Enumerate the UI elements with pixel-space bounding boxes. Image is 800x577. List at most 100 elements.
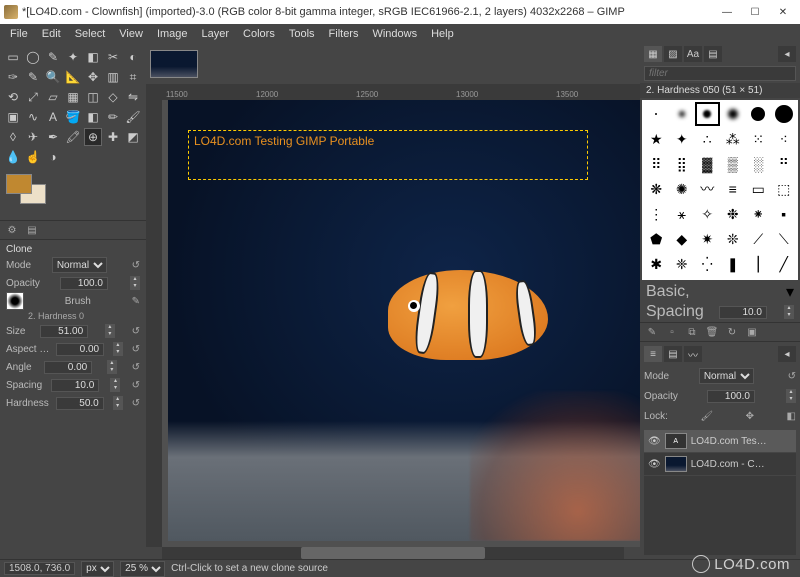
visibility-icon[interactable]: 👁: [648, 436, 661, 447]
layer-item[interactable]: 👁 LO4D.com - C…: [644, 453, 796, 476]
brush-item[interactable]: ⠿: [644, 152, 669, 176]
transform-3d-tool[interactable]: ◫: [84, 88, 102, 106]
menu-image[interactable]: Image: [151, 26, 194, 42]
gradient-tool[interactable]: ◧: [84, 108, 102, 126]
mypaint-brush-tool[interactable]: 🖍: [64, 128, 82, 146]
reset-icon[interactable]: ↺: [132, 260, 140, 271]
zoom-select[interactable]: 25 %: [120, 561, 165, 577]
perspective-clone-tool[interactable]: ◩: [124, 128, 142, 146]
brush-spacing-value[interactable]: 10.0: [719, 306, 767, 319]
dodge-burn-tool[interactable]: ◑: [44, 148, 62, 166]
size-value[interactable]: 51.00: [40, 325, 88, 338]
bucket-fill-tool[interactable]: 🪣: [64, 108, 82, 126]
brush-item[interactable]: ❈: [670, 252, 695, 276]
brush-item[interactable]: ❋: [644, 177, 669, 201]
color-picker-tool[interactable]: ✎: [24, 68, 42, 86]
layer-item[interactable]: 👁 A LO4D.com Tes…: [644, 430, 796, 453]
brush-preview-icon[interactable]: [6, 292, 24, 310]
foreground-select-tool[interactable]: ◐: [124, 48, 142, 66]
brush-item[interactable]: ★: [644, 127, 669, 151]
foreground-color[interactable]: [6, 174, 32, 194]
brush-item[interactable]: ✧: [695, 202, 720, 226]
brush-item[interactable]: ❚: [721, 252, 746, 276]
scale-tool[interactable]: ⤢: [24, 88, 42, 106]
cage-tool[interactable]: ▣: [4, 108, 22, 126]
brush-item[interactable]: ⬚: [772, 177, 797, 201]
heal-tool[interactable]: ✚: [104, 128, 122, 146]
brush-item[interactable]: ░: [746, 152, 771, 176]
opacity-value[interactable]: 100.0: [60, 277, 108, 290]
brush-item[interactable]: ∴: [695, 127, 720, 151]
brush-item[interactable]: ✺: [670, 177, 695, 201]
warp-tool[interactable]: ∿: [24, 108, 42, 126]
brush-item[interactable]: ⠛: [772, 152, 797, 176]
reset-icon[interactable]: ↺: [132, 326, 140, 337]
brush-item[interactable]: ❉: [721, 202, 746, 226]
brush-item[interactable]: ✱: [644, 252, 669, 276]
lock-alpha-icon[interactable]: ◧: [787, 411, 796, 422]
brush-item[interactable]: ⁖: [772, 127, 797, 151]
menu-windows[interactable]: Windows: [366, 26, 423, 42]
zoom-tool[interactable]: 🔍: [44, 68, 62, 86]
angle-value[interactable]: 0.00: [44, 361, 92, 374]
align-tool[interactable]: ▥: [104, 68, 122, 86]
history-tab-icon[interactable]: ▤: [704, 46, 722, 62]
handle-transform-tool[interactable]: ◇: [104, 88, 122, 106]
close-button[interactable]: ✕: [770, 3, 796, 21]
ink-tool[interactable]: ✒: [44, 128, 62, 146]
fonts-tab-icon[interactable]: Aa: [684, 46, 702, 62]
brush-item[interactable]: ⎮: [746, 252, 771, 276]
brushes-tab-icon[interactable]: ▦: [644, 46, 662, 62]
visibility-icon[interactable]: 👁: [648, 459, 661, 470]
scissors-tool[interactable]: ✂: [104, 48, 122, 66]
brush-item[interactable]: ⁛: [695, 252, 720, 276]
brush-item[interactable]: [695, 102, 720, 126]
brush-item[interactable]: [670, 102, 695, 126]
brush-item[interactable]: 〰: [695, 177, 720, 201]
layer-opacity-value[interactable]: 100.0: [707, 390, 755, 403]
edit-brush-icon[interactable]: ✎: [644, 325, 660, 339]
menu-tools[interactable]: Tools: [283, 26, 321, 42]
paths-tab-icon[interactable]: 〰: [684, 346, 702, 362]
channels-tab-icon[interactable]: ▤: [664, 346, 682, 362]
canvas[interactable]: LO4D.com Testing GIMP Portable: [162, 100, 640, 547]
lock-position-icon[interactable]: ✥: [746, 411, 754, 422]
brush-item[interactable]: [746, 102, 771, 126]
reset-icon[interactable]: ↺: [788, 371, 796, 382]
menu-layer[interactable]: Layer: [196, 26, 236, 42]
horizontal-scrollbar[interactable]: [162, 547, 624, 559]
chevron-down-icon[interactable]: ▾: [786, 282, 794, 302]
move-tool[interactable]: ✥: [84, 68, 102, 86]
brush-item[interactable]: ⁕: [746, 202, 771, 226]
reset-icon[interactable]: ↺: [132, 380, 140, 391]
color-select-tool[interactable]: ◧: [84, 48, 102, 66]
menu-file[interactable]: File: [4, 26, 34, 42]
shear-tool[interactable]: ▱: [44, 88, 62, 106]
spin-down-icon[interactable]: ▾: [130, 283, 140, 290]
brush-item[interactable]: ⁙: [746, 127, 771, 151]
refresh-brush-icon[interactable]: ↻: [724, 325, 740, 339]
smudge-tool[interactable]: ☝: [24, 148, 42, 166]
menu-filters[interactable]: Filters: [323, 26, 365, 42]
brush-item[interactable]: ◆: [670, 227, 695, 251]
brush-item[interactable]: ≡: [721, 177, 746, 201]
aspect-value[interactable]: 0.00: [56, 343, 104, 356]
lock-pixels-icon[interactable]: 🖌: [700, 411, 713, 422]
spacing-value[interactable]: 10.0: [51, 379, 99, 392]
text-tool[interactable]: A: [44, 108, 62, 126]
image-tab-thumb[interactable]: [150, 50, 198, 78]
open-as-image-icon[interactable]: ▣: [744, 325, 760, 339]
paths-tool[interactable]: ✑: [4, 68, 22, 86]
brush-filter-input[interactable]: [644, 66, 796, 81]
reset-icon[interactable]: ↺: [132, 362, 140, 373]
brush-item[interactable]: ▪: [772, 202, 797, 226]
flip-tool[interactable]: ⇋: [124, 88, 142, 106]
brush-item[interactable]: ⬟: [644, 227, 669, 251]
new-brush-icon[interactable]: ▫: [664, 325, 680, 339]
airbrush-tool[interactable]: ✈: [24, 128, 42, 146]
device-status-tab-icon[interactable]: ▤: [24, 223, 40, 237]
menu-icon[interactable]: ◂: [778, 46, 796, 62]
patterns-tab-icon[interactable]: ▨: [664, 46, 682, 62]
menu-edit[interactable]: Edit: [36, 26, 67, 42]
brush-item[interactable]: ⚹: [670, 202, 695, 226]
